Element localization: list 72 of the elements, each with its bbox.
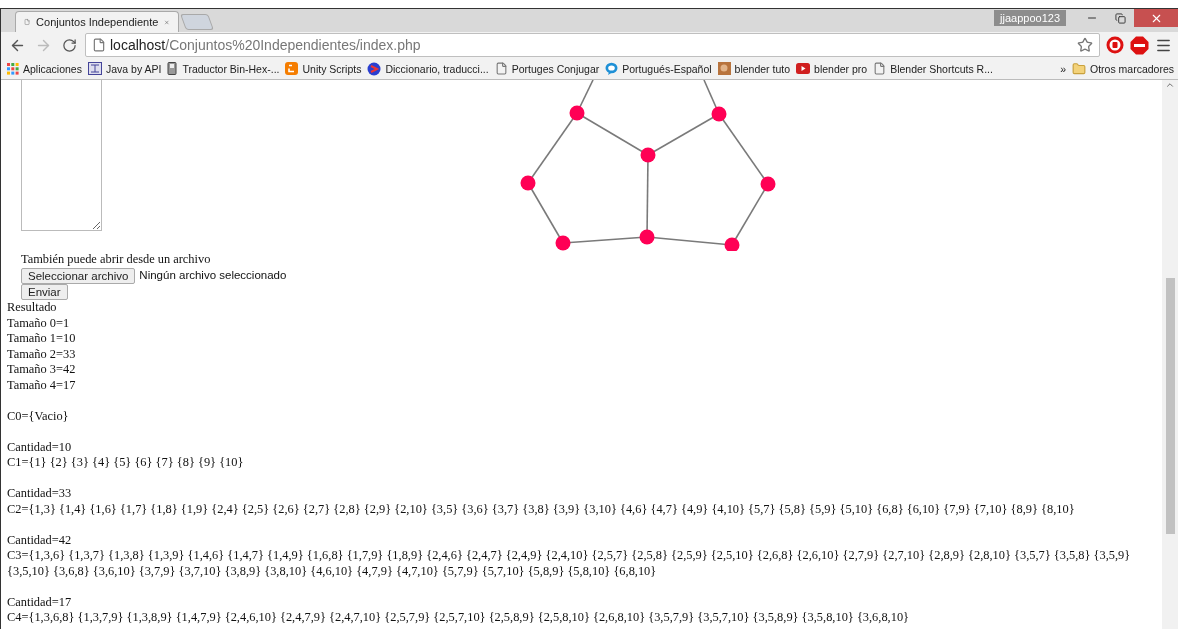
- more-bookmarks-button[interactable]: »: [1060, 62, 1066, 75]
- bookmark-label: blender tuto: [734, 62, 791, 75]
- page-icon: [873, 62, 887, 75]
- bookmark-label: Java by API: [105, 62, 162, 75]
- bookmark-label: Unity Scripts: [302, 62, 362, 75]
- bookmark-folder[interactable]: Otros marcadores: [1071, 61, 1174, 76]
- bookmark-label: Diccionario, traducci...: [385, 62, 489, 75]
- bookmark-item[interactable]: Java by API: [87, 62, 162, 75]
- stop-hand-icon[interactable]: [1106, 36, 1124, 54]
- page-icon: [24, 16, 31, 28]
- bookmark-label: Aplicaciones: [23, 62, 82, 75]
- blogger-icon: [285, 62, 299, 75]
- scrollbar-thumb[interactable]: [1165, 278, 1175, 534]
- bookmark-item[interactable]: Aplicaciones: [7, 62, 82, 75]
- bookmark-label: Portuges Conjugar: [511, 62, 600, 75]
- set-line: C2={1,3} {1,4} {1,6} {1,7} {1,8} {1,9} {2,4} {2,5} {2,6} {2,7} {2,8} {2,9} {2,10} {3,5} {3,6} {3,7} {3,8} {3,9} {3,10} {4,6} {4,7} {4,9} {4,10} {5,7} {5,8} {5,9} {5,10} {6,8} {6,10} {7,9} {7,10} {8,9} {8,10}: [7, 501, 1076, 517]
- size-line: Tamaño 2=33: [7, 346, 77, 362]
- star-icon[interactable]: [1077, 37, 1093, 53]
- graph-node: [639, 229, 655, 245]
- file-prompt: También puede abrir desde un archivo: [21, 252, 212, 268]
- bookmark-label: blender pro: [814, 62, 868, 75]
- new-tab-button[interactable]: [180, 14, 214, 30]
- count-line: Cantidad=10: [7, 439, 73, 455]
- apps-grid-icon: [7, 62, 19, 75]
- scroll-up-icon[interactable]: [1165, 80, 1175, 90]
- url-text: localhost/Conjuntos%20Independientes/index.php: [110, 37, 421, 53]
- set-line: C3={1,3,6} {1,3,7} {1,3,8} {1,3,9} {1,4,6} {1,4,7} {1,4,9} {1,6,8} {1,7,9} {1,8,9} {2,4,6} {2,4,7} {2,4,9} {2,4,10} {2,5,7} {2,5,8} {2,5,9} {2,5,10} {2,6,8} {2,6,10} {2,7,9} {2,7,10} {2,8,9} {2,8,10} {3,5,7} {3,5,8} {3,5,9} {3,5,10} {3,6,8} {3,6,10} {3,7,9} {3,7,10} {3,8,9} {3,8,10} {4,6,10} {4,7,9} {4,7,10} {5,7,9} {5,7,10} {5,8,9} {5,8,10} {6,8,10}: [7, 548, 1132, 579]
- result-heading: Resultado: [7, 300, 58, 316]
- size-line: Tamaño 1=10: [7, 331, 77, 347]
- bookmark-label: Otros marcadores: [1089, 62, 1174, 75]
- graph-node: [760, 176, 776, 192]
- count-line: Cantidad=17: [7, 594, 73, 610]
- bookmark-label: Portugués-Español: [622, 62, 712, 75]
- graph-node: [555, 235, 571, 251]
- page-icon: [494, 62, 508, 75]
- book-icon: [87, 62, 102, 75]
- set-line: C4={1,3,6,8} {1,3,7,9} {1,3,8,9} {1,4,7,9} {2,4,6,10} {2,4,7,9} {2,4,7,10} {2,5,7,9} {2,5,7,10} {2,5,8,9} {2,5,8,10} {2,6,8,10} {3,5,7,9} {3,5,7,10} {3,5,8,9} {3,5,8,10} {3,6,8,10}: [7, 610, 911, 626]
- play-icon: [796, 63, 811, 74]
- abp-icon[interactable]: [1130, 35, 1149, 55]
- bookmark-item[interactable]: Portugués-Español: [605, 61, 712, 76]
- count-line: Cantidad=33: [7, 486, 73, 502]
- bookmark-item[interactable]: blender tuto: [717, 62, 791, 75]
- address-bar[interactable]: localhost/Conjuntos%20Independientes/index.php: [85, 33, 1100, 57]
- bookmark-item[interactable]: Diccionario, traducci...: [367, 61, 489, 76]
- phone-icon: [167, 62, 179, 75]
- reload-icon[interactable]: [61, 37, 77, 53]
- tab-title: Conjuntos Independiente: [36, 16, 159, 28]
- graph-node: [724, 237, 740, 251]
- bookmark-item[interactable]: blender pro: [796, 62, 868, 75]
- thumbnail-icon: [717, 62, 731, 75]
- page-icon: [92, 38, 106, 52]
- choose-file-button[interactable]: Seleccionar archivo: [21, 267, 136, 284]
- size-line: Tamaño 4=17: [7, 377, 77, 393]
- text-input-area[interactable]: [21, 80, 102, 231]
- folder-icon: [1071, 61, 1086, 76]
- bookmark-item[interactable]: Unity Scripts: [285, 62, 362, 75]
- restore-icon[interactable]: [1114, 12, 1126, 24]
- bookmark-item[interactable]: Portuges Conjugar: [494, 62, 600, 75]
- graph-node: [569, 105, 585, 121]
- speech-bubble-icon: [605, 61, 619, 76]
- swirl-icon: [367, 61, 382, 76]
- graph-node: [640, 147, 656, 163]
- set-line: C0={Vacio}: [7, 408, 70, 424]
- close-button[interactable]: [1134, 9, 1178, 27]
- graph-node: [520, 175, 536, 191]
- size-line: Tamaño 0=1: [7, 315, 71, 331]
- size-line: Tamaño 3=42: [7, 362, 77, 378]
- count-line: Cantidad=42: [7, 532, 73, 548]
- browser-tab[interactable]: Conjuntos Independiente: [15, 11, 179, 32]
- file-status: Ningún archivo seleccionado: [139, 267, 287, 283]
- graph-node: [711, 106, 727, 122]
- set-line: C1={1} {2} {3} {4} {5} {6} {7} {8} {9} {10}: [7, 455, 245, 471]
